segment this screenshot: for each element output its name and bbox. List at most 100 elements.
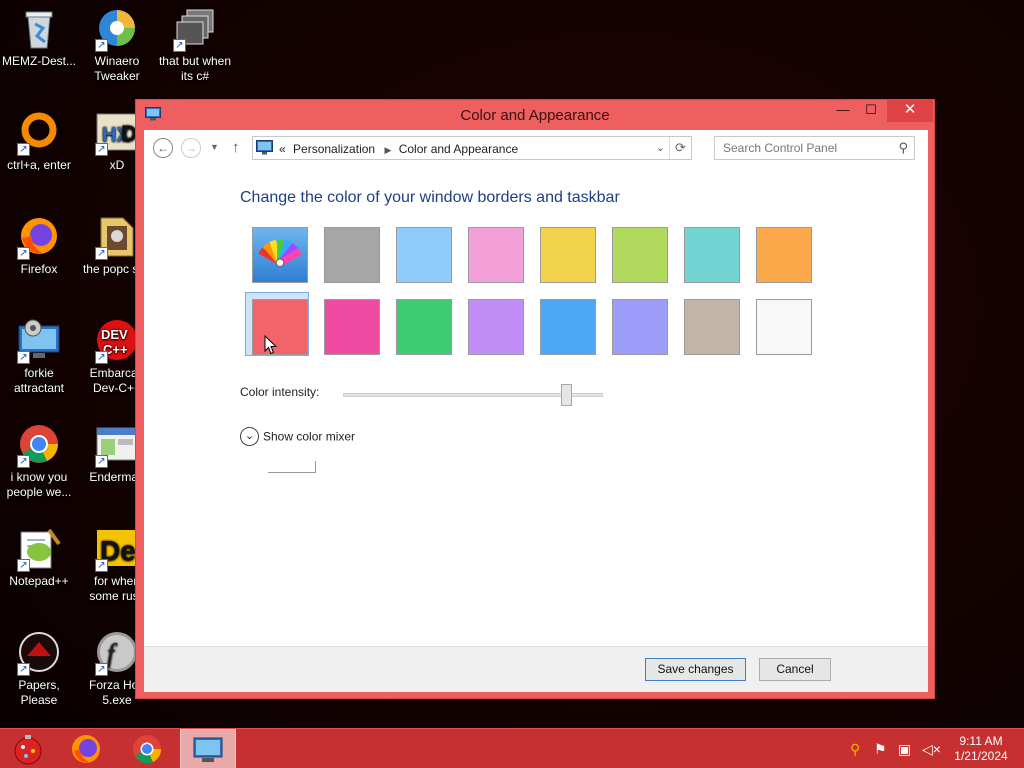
- shortcut-arrow-icon: ↗: [17, 351, 30, 364]
- color-swatch-white[interactable]: [749, 292, 813, 356]
- shortcut-arrow-icon: ↗: [173, 39, 186, 52]
- search-tray-icon[interactable]: ⚲: [850, 741, 860, 758]
- winaero-icon: ↗: [93, 4, 141, 52]
- svg-text:DEV: DEV: [101, 327, 128, 342]
- control-panel-icon: [193, 737, 223, 762]
- save-changes-button[interactable]: Save changes: [645, 658, 746, 681]
- desktop-icon-label: that but when its c#: [158, 54, 232, 83]
- address-dropdown-icon[interactable]: ⌄: [656, 141, 665, 154]
- swatch-fill: [612, 299, 668, 355]
- desktop-icon-label: MEMZ-Dest...: [2, 54, 76, 68]
- shortcut-arrow-icon: ↗: [17, 455, 30, 468]
- taskbar-app-memz[interactable]: [0, 729, 56, 768]
- refresh-icon[interactable]: ⟳: [669, 137, 691, 159]
- search-box[interactable]: ⚲: [714, 136, 915, 160]
- hxd-icon: HX D ↗: [93, 108, 141, 156]
- memz-ornament-icon: [14, 735, 42, 765]
- shortcut-arrow-icon: ↗: [95, 559, 108, 572]
- back-button[interactable]: ←: [153, 138, 173, 158]
- color-intensity-thumb[interactable]: [560, 384, 572, 406]
- search-input[interactable]: [715, 137, 891, 159]
- color-swatch-lime[interactable]: [605, 220, 669, 284]
- recycle-bin-icon: [15, 4, 63, 52]
- desktop-icon[interactable]: MEMZ-Dest...: [0, 4, 78, 69]
- desktop-icon[interactable]: ↗ Winaero Tweaker: [78, 4, 156, 84]
- color-swatch-teal[interactable]: [677, 220, 741, 284]
- desktop-icon-label: Firefox: [20, 262, 58, 276]
- address-bar[interactable]: « Personalization ▶ Color and Appearance…: [252, 136, 692, 160]
- maximize-button[interactable]: ☐: [858, 100, 884, 122]
- clock[interactable]: 9:11 AM 1/21/2024: [950, 734, 1012, 764]
- color-swatch-taupe[interactable]: [677, 292, 741, 356]
- color-swatch-pink[interactable]: [461, 220, 525, 284]
- desktop-icon[interactable]: ↗ Papers, Please: [0, 628, 78, 708]
- dialog-footer: Save changes Cancel: [144, 646, 928, 692]
- desktop-icon-label: i know you people we...: [6, 470, 72, 499]
- taskbar-app-chrome[interactable]: [119, 729, 175, 768]
- desktop-icon[interactable]: ↗ Firefox: [0, 212, 78, 277]
- swatch-fill: [540, 227, 596, 283]
- arrow-left-icon: ←: [157, 141, 169, 155]
- stacked-windows-icon: ↗: [171, 4, 219, 52]
- cancel-button[interactable]: Cancel: [759, 658, 831, 681]
- color-swatch-magenta[interactable]: [317, 292, 381, 356]
- notepadpp-icon: ↗: [15, 524, 63, 572]
- shortcut-arrow-icon: ↗: [17, 559, 30, 572]
- taskbar-app-control-panel[interactable]: [180, 729, 236, 768]
- swatch-fill: [468, 299, 524, 355]
- swatch-fill: [252, 227, 308, 283]
- firefox-icon: [72, 735, 100, 763]
- breadcrumb-color-appearance[interactable]: Color and Appearance: [399, 142, 518, 156]
- de-icon: De ↗: [93, 524, 141, 572]
- up-button[interactable]: ↑: [232, 139, 240, 156]
- color-swatch-gray[interactable]: [317, 220, 381, 284]
- flag-icon[interactable]: ⚑: [874, 741, 887, 758]
- shortcut-arrow-icon: ↗: [17, 663, 30, 676]
- desktop-icon[interactable]: ↗ ctrl+a, enter: [0, 108, 78, 173]
- swatch-fill: [324, 299, 380, 355]
- color-intensity-label: Color intensity:: [240, 385, 320, 399]
- network-icon[interactable]: ▣: [898, 741, 911, 758]
- search-icon[interactable]: ⚲: [898, 140, 908, 156]
- recent-locations-button[interactable]: ▼: [210, 142, 219, 152]
- swatch-fill: [252, 299, 308, 355]
- swatch-fill: [612, 227, 668, 283]
- close-button[interactable]: ✕: [887, 100, 933, 122]
- clock-time: 9:11 AM: [959, 734, 1003, 748]
- desktop-icon-label: forkie attractant: [13, 366, 65, 395]
- page-heading: Change the color of your window borders …: [240, 189, 620, 206]
- desktop-icon[interactable]: ↗ i know you people we...: [0, 420, 78, 500]
- color-swatch-sky[interactable]: [389, 220, 453, 284]
- title-bar[interactable]: Color and Appearance — ☐ ✕: [136, 100, 934, 130]
- color-palette-icon: [258, 239, 302, 268]
- window-client: ← → ▼ ↑ « Personalization ▶ Color and Ap…: [144, 130, 928, 692]
- breadcrumb-overflow[interactable]: «: [279, 142, 286, 156]
- desktop-icon[interactable]: ↗ Notepad++: [0, 524, 78, 589]
- firefox-icon: ↗: [15, 212, 63, 260]
- swatch-fill: [396, 227, 452, 283]
- color-swatch-orange[interactable]: [749, 220, 813, 284]
- desktop-icon[interactable]: ↗ that but when its c#: [156, 4, 234, 84]
- arrow-up-icon: ↑: [232, 139, 240, 156]
- color-swatch-automatic[interactable]: [245, 220, 309, 284]
- swatch-fill: [468, 227, 524, 283]
- flash-icon: f ↗: [93, 628, 141, 676]
- color-swatch-blue[interactable]: [533, 292, 597, 356]
- swatch-tooltip: [268, 461, 316, 473]
- color-swatch-violet[interactable]: [461, 292, 525, 356]
- color-swatch-periwinkle[interactable]: [605, 292, 669, 356]
- mute-icon[interactable]: ◁×: [922, 741, 941, 758]
- minimize-button[interactable]: —: [830, 100, 856, 122]
- breadcrumb-separator-icon[interactable]: ▶: [384, 145, 391, 155]
- color-swatch-green[interactable]: [389, 292, 453, 356]
- desktop-icon[interactable]: ↗ forkie attractant: [0, 316, 78, 396]
- show-color-mixer-label: Show color mixer: [263, 429, 356, 444]
- breadcrumb-personalization[interactable]: Personalization: [293, 142, 375, 156]
- forward-button[interactable]: →: [181, 138, 201, 158]
- taskbar-app-firefox[interactable]: [58, 729, 114, 768]
- shortcut-arrow-icon: ↗: [95, 351, 108, 364]
- shortcut-arrow-icon: ↗: [17, 247, 30, 260]
- swatch-fill: [756, 299, 812, 355]
- show-color-mixer-toggle[interactable]: ⌄ Show color mixer: [240, 427, 355, 447]
- color-swatch-yellow[interactable]: [533, 220, 597, 284]
